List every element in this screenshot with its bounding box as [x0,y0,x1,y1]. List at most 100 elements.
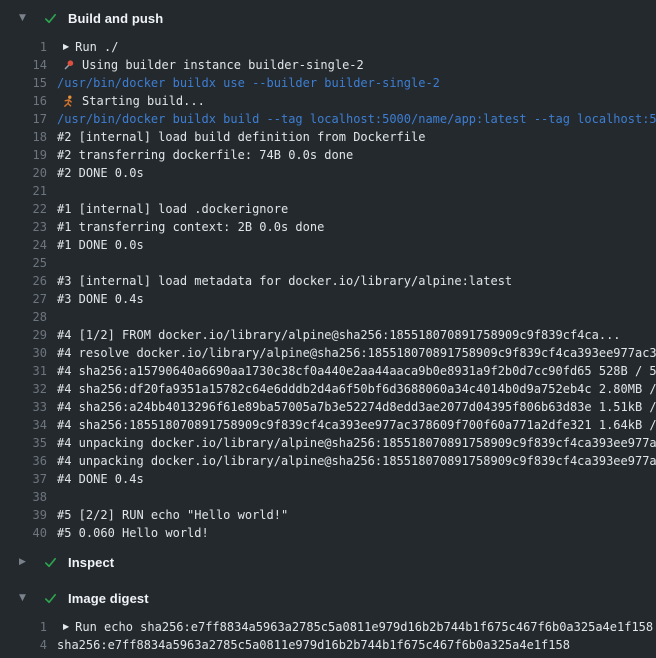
log-line: 1 ▶ Run ./ [0,38,656,56]
log-line: 24 #1 DONE 0.0s [0,236,656,254]
log-lines: 1 ▶ Run echo sha256:e7ff8834a5963a2785c5… [0,616,656,656]
line-text: #4 unpacking docker.io/library/alpine@sh… [57,434,656,452]
chevron-right-icon[interactable]: ▶ [19,558,32,567]
line-content: /usr/bin/docker buildx use --builder bui… [57,74,656,92]
line-text: #2 [internal] load build definition from… [57,128,425,146]
log-line: 15 /usr/bin/docker buildx use --builder … [0,74,656,92]
line-number[interactable]: 33 [0,398,47,416]
chevron-down-icon[interactable]: ▼ [19,14,32,23]
line-number[interactable]: 28 [0,308,47,326]
line-number[interactable]: 15 [0,74,47,92]
line-text: #4 DONE 0.4s [57,470,144,488]
log-line: 19 #2 transferring dockerfile: 74B 0.0s … [0,146,656,164]
line-text: #4 resolve docker.io/library/alpine@sha2… [57,344,656,362]
log-line: 33 #4 sha256:a24bb4013296f61e89ba57005a7… [0,398,656,416]
line-number[interactable]: 22 [0,200,47,218]
line-number[interactable]: 19 [0,146,47,164]
line-content: #3 DONE 0.4s [57,290,656,308]
line-number[interactable]: 23 [0,218,47,236]
log-line: 14 Using builder instance builder-single… [0,56,656,74]
line-number[interactable]: 37 [0,470,47,488]
line-text: #4 sha256:a24bb4013296f61e89ba57005a7b3e… [57,398,656,416]
line-number[interactable]: 4 [0,636,47,654]
line-number[interactable]: 30 [0,344,47,362]
line-number[interactable]: 38 [0,488,47,506]
line-number[interactable]: 14 [0,56,47,74]
line-content [57,254,656,272]
run-expand-icon[interactable]: ▶ [63,43,69,51]
log-section: ▶ Inspect [0,544,656,580]
line-content [57,488,656,506]
section-title: Build and push [68,11,163,26]
line-number[interactable]: 24 [0,236,47,254]
line-content: #2 [internal] load build definition from… [57,128,656,146]
line-number[interactable]: 21 [0,182,47,200]
line-text: #4 sha256:185518070891758909c9f839cf4ca3… [57,416,656,434]
log-viewer: ▼ Build and push 1 ▶ Run ./ 14 Using bui… [0,0,656,658]
log-line: 28 [0,308,656,326]
line-number[interactable]: 27 [0,290,47,308]
line-text: sha256:e7ff8834a5963a2785c5a0811e979d16b… [57,636,570,654]
line-text: #3 DONE 0.4s [57,290,144,308]
log-line: 18 #2 [internal] load build definition f… [0,128,656,146]
line-text: Starting build... [82,92,205,110]
line-text: #1 DONE 0.0s [57,236,144,254]
line-content: #4 unpacking docker.io/library/alpine@sh… [57,452,656,470]
log-line: 38 [0,488,656,506]
line-content: sha256:e7ff8834a5963a2785c5a0811e979d16b… [57,636,656,654]
line-number[interactable]: 26 [0,272,47,290]
line-number[interactable]: 16 [0,92,47,110]
line-number[interactable]: 18 [0,128,47,146]
log-line: 30 #4 resolve docker.io/library/alpine@s… [0,344,656,362]
runner-icon [62,95,75,108]
line-content: #2 DONE 0.0s [57,164,656,182]
line-content: #2 transferring dockerfile: 74B 0.0s don… [57,146,656,164]
log-lines: 1 ▶ Run ./ 14 Using builder instance bui… [0,36,656,544]
run-expand-icon[interactable]: ▶ [63,623,69,631]
line-number[interactable]: 29 [0,326,47,344]
log-line: 35 #4 unpacking docker.io/library/alpine… [0,434,656,452]
line-text: #5 0.060 Hello world! [57,524,209,542]
line-content: #4 resolve docker.io/library/alpine@sha2… [57,344,656,362]
line-number[interactable]: 32 [0,380,47,398]
section-title: Image digest [68,591,149,606]
line-text: /usr/bin/docker buildx build --tag local… [57,110,656,128]
log-line: 1 ▶ Run echo sha256:e7ff8834a5963a2785c5… [0,618,656,636]
log-line: 21 [0,182,656,200]
pushpin-icon [62,59,75,72]
chevron-down-icon[interactable]: ▼ [19,594,32,603]
line-number[interactable]: 1 [0,618,47,636]
log-line: 31 #4 sha256:a15790640a6690aa1730c38cf0a… [0,362,656,380]
line-text: #4 sha256:df20fa9351a15782c64e6dddb2d4a6… [57,380,656,398]
line-number[interactable]: 39 [0,506,47,524]
line-number[interactable]: 36 [0,452,47,470]
line-text: Using builder instance builder-single-2 [82,56,364,74]
line-number[interactable]: 20 [0,164,47,182]
line-content: #4 sha256:df20fa9351a15782c64e6dddb2d4a6… [57,380,656,398]
line-text: Run ./ [75,38,118,56]
line-number[interactable]: 34 [0,416,47,434]
line-text: #3 [internal] load metadata for docker.i… [57,272,512,290]
line-number[interactable]: 35 [0,434,47,452]
line-number[interactable]: 31 [0,362,47,380]
log-line: 32 #4 sha256:df20fa9351a15782c64e6dddb2d… [0,380,656,398]
line-number[interactable]: 17 [0,110,47,128]
section-header-inspect[interactable]: ▶ Inspect [0,544,656,580]
line-content: Using builder instance builder-single-2 [57,56,656,74]
check-icon [43,591,58,606]
log-line: 26 #3 [internal] load metadata for docke… [0,272,656,290]
log-section: ▼ Build and push 1 ▶ Run ./ 14 Using bui… [0,0,656,544]
section-header-build-and-push[interactable]: ▼ Build and push [0,0,656,36]
line-content: #1 transferring context: 2B 0.0s done [57,218,656,236]
line-content [57,308,656,326]
line-number[interactable]: 40 [0,524,47,542]
section-title: Inspect [68,555,114,570]
section-header-image-digest[interactable]: ▼ Image digest [0,580,656,616]
log-line: 34 #4 sha256:185518070891758909c9f839cf4… [0,416,656,434]
line-text: #1 [internal] load .dockerignore [57,200,288,218]
line-number[interactable]: 1 [0,38,47,56]
log-line: 4 sha256:e7ff8834a5963a2785c5a0811e979d1… [0,636,656,654]
line-number[interactable]: 25 [0,254,47,272]
log-line: 23 #1 transferring context: 2B 0.0s done [0,218,656,236]
log-line: 22 #1 [internal] load .dockerignore [0,200,656,218]
